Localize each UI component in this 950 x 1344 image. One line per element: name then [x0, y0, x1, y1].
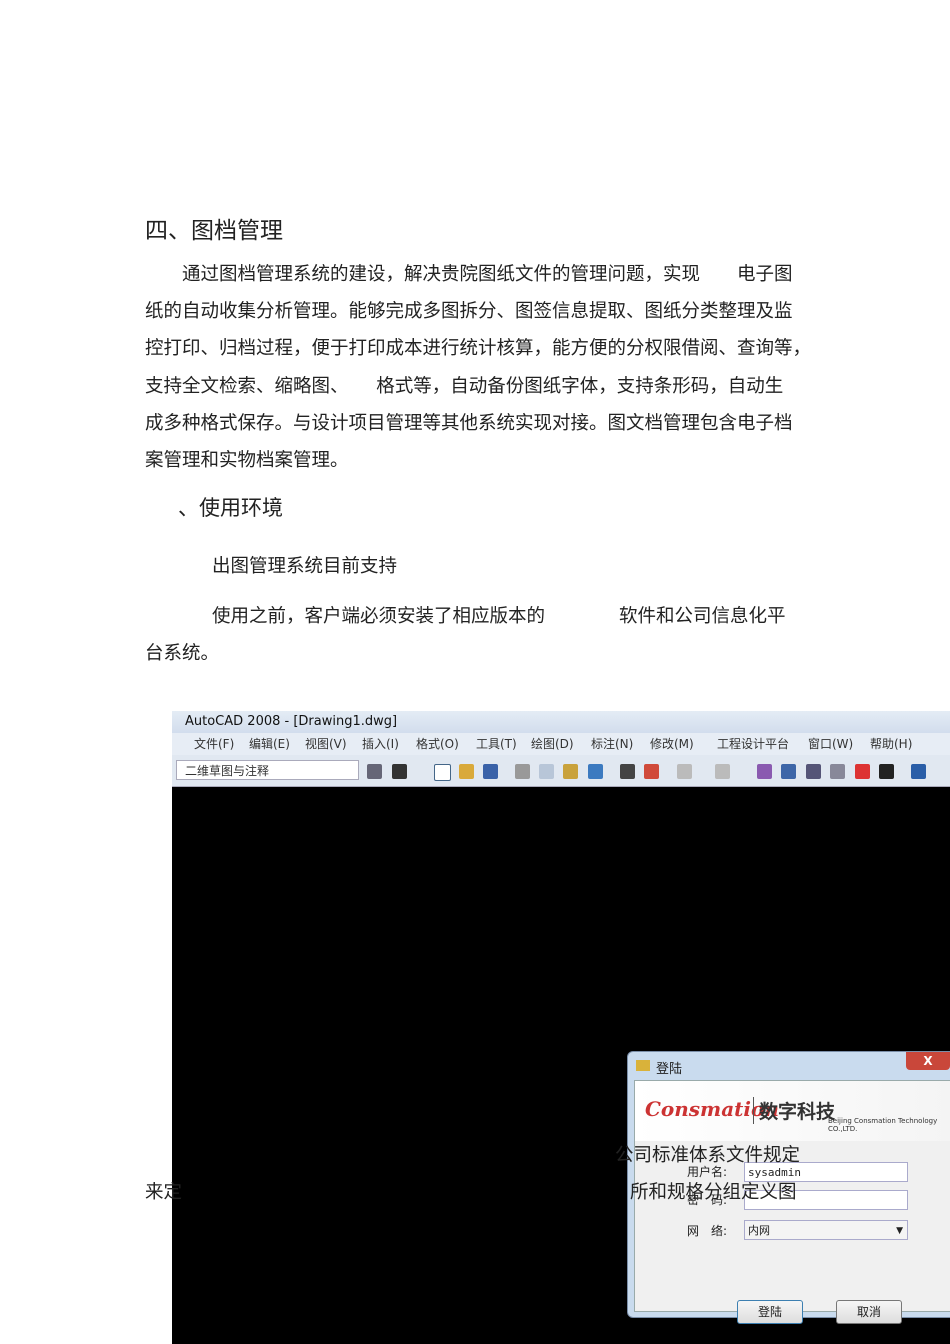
folder-icon [636, 1060, 650, 1071]
company-name: Beijing Consmation Technology CO.,LTD. [828, 1117, 938, 1133]
menu-help[interactable]: 帮助(H) [870, 733, 912, 755]
design-center-icon[interactable] [781, 764, 796, 779]
close-button[interactable]: X [906, 1052, 950, 1070]
paragraph-line: 控打印、归档过程，便于打印成本进行统计核算，能方便的分权限借阅、查询等， [145, 338, 812, 359]
sheet-set-icon[interactable] [830, 764, 845, 779]
menu-format[interactable]: 格式(O) [416, 733, 459, 755]
dialog-title: 登陆 [656, 1062, 683, 1077]
window-title: AutoCAD 2008 - [Drawing1.dwg] [172, 711, 950, 733]
paragraph-line: 支持全文检索、缩略图、 格式等，自动备份图纸字体，支持条形码，自动生 [145, 376, 784, 397]
network-label: 网 络: [687, 1224, 728, 1238]
network-value: 内网 [748, 1224, 770, 1237]
save-icon[interactable] [483, 764, 498, 779]
network-select[interactable]: 内网 ▼ [744, 1220, 908, 1240]
overlay-text: 所和规格分组定义图 [630, 1182, 797, 1203]
match-icon[interactable] [644, 764, 659, 779]
autocad-screenshot: AutoCAD 2008 - [Drawing1.dwg] 文件(F) 编辑(E… [172, 711, 950, 1344]
publish-icon[interactable] [563, 764, 578, 779]
new-icon[interactable] [434, 764, 451, 781]
menu-view[interactable]: 视图(V) [305, 733, 347, 755]
workspace-select[interactable]: 二维草图与注释 [176, 760, 359, 780]
menu-tools[interactable]: 工具(T) [476, 733, 517, 755]
workspace-icon[interactable] [392, 764, 407, 779]
paragraph-line: 成多种格式保存。与设计项目管理等其他系统实现对接。图文档管理包含电子档 [145, 413, 793, 434]
menu-bar: 文件(F) 编辑(E) 视图(V) 插入(I) 格式(O) 工具(T) 绘图(D… [172, 733, 950, 755]
menu-file[interactable]: 文件(F) [194, 733, 234, 755]
section-heading: 四、图档管理 [145, 218, 283, 244]
menu-window[interactable]: 窗口(W) [808, 733, 853, 755]
menu-platform[interactable]: 工程设计平台 [717, 733, 789, 755]
help-icon[interactable] [911, 764, 926, 779]
paragraph-line: 台系统。 [145, 643, 220, 664]
login-button[interactable]: 登陆 [737, 1300, 803, 1324]
menu-draw[interactable]: 绘图(D) [531, 733, 574, 755]
toolbar: 二维草图与注释 [172, 755, 950, 787]
cancel-button[interactable]: 取消 [836, 1300, 902, 1324]
tool-palette-icon[interactable] [806, 764, 821, 779]
settings-icon[interactable] [367, 764, 382, 779]
menu-modify[interactable]: 修改(M) [650, 733, 694, 755]
undo-icon[interactable] [677, 764, 692, 779]
paragraph-line: 纸的自动收集分析管理。能够完成多图拆分、图签信息提取、图纸分类整理及监 [145, 301, 793, 322]
menu-edit[interactable]: 编辑(E) [249, 733, 290, 755]
open-icon[interactable] [459, 764, 474, 779]
calculator-icon[interactable] [879, 764, 894, 779]
properties-icon[interactable] [757, 764, 772, 779]
preview-icon[interactable] [539, 764, 554, 779]
chevron-down-icon: ▼ [896, 1226, 903, 1236]
print-icon[interactable] [515, 764, 530, 779]
web-icon[interactable] [588, 764, 603, 779]
subheading: 、使用环境 [178, 496, 283, 520]
paragraph-line: 案管理和实物档案管理。 [145, 450, 349, 471]
paragraph-line: 通过图档管理系统的建设，解决贵院图纸文件的管理问题，实现 电子图 [182, 264, 793, 285]
banner: Consmation 数字科技 Beijing Consmation Techn… [635, 1081, 950, 1141]
paragraph-line: 出图管理系统目前支持 [212, 556, 398, 577]
menu-insert[interactable]: 插入(I) [362, 733, 399, 755]
cut-icon[interactable] [620, 764, 635, 779]
redo-icon[interactable] [715, 764, 730, 779]
overlay-text: 来定 [145, 1182, 183, 1203]
paragraph-line: 使用之前，客户端必须安装了相应版本的 软件和公司信息化平 [212, 606, 786, 627]
markup-icon[interactable] [855, 764, 870, 779]
menu-dimension[interactable]: 标注(N) [591, 733, 633, 755]
logo-cn: 数字科技 [753, 1097, 835, 1124]
overlay-text: 公司标准体系文件规定 [615, 1145, 801, 1166]
